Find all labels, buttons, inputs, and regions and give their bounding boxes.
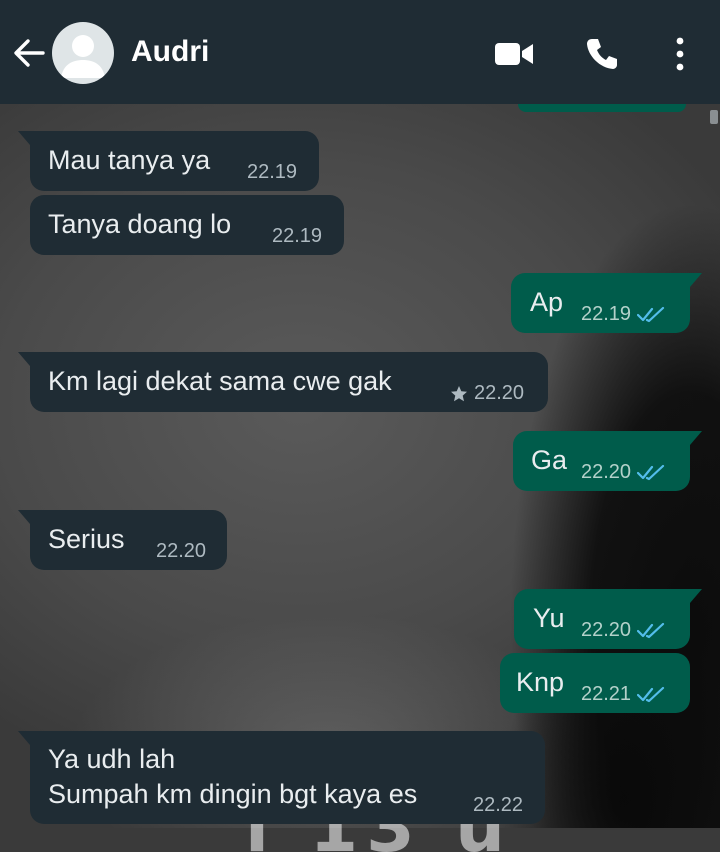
message-time: 22.20: [581, 461, 632, 483]
message-bubble-outgoing[interactable]: Knp 22.21: [500, 653, 690, 713]
message-text: Knp: [516, 667, 565, 697]
message-text: Yu: [533, 603, 565, 633]
message-time: 22.19: [247, 161, 298, 183]
message-time: 22.20: [581, 619, 632, 641]
avatar[interactable]: [52, 22, 114, 84]
star-icon: [451, 385, 467, 401]
message-meta: 22.20: [581, 461, 667, 484]
message-time: 22.19: [581, 303, 632, 325]
avatar-placeholder-icon: [61, 35, 105, 78]
message-bubble-incoming[interactable]: Mau tanya ya 22.19: [18, 131, 319, 191]
video-call-icon[interactable]: [494, 40, 534, 68]
double-check-icon: [637, 464, 665, 480]
message-meta: 22.19: [247, 161, 297, 184]
double-check-icon: [637, 622, 665, 638]
message-bubble-incoming[interactable]: Ya udh lah Sumpah km dingin bgt kaya es …: [18, 731, 545, 824]
message-bubble-outgoing[interactable]: Yu 22.20: [514, 589, 702, 649]
message-meta: 22.20: [581, 619, 667, 642]
message-meta: 22.19: [581, 303, 667, 326]
more-options-icon[interactable]: [670, 36, 690, 72]
message-time: 22.20: [474, 382, 525, 404]
message-bubble-outgoing[interactable]: Ap 22.19: [511, 273, 702, 333]
message-text: Ap: [530, 287, 564, 317]
message-text-line: Sumpah km dingin bgt kaya es: [48, 779, 418, 809]
back-arrow-icon[interactable]: [12, 37, 46, 69]
message-bubble-incoming[interactable]: Km lagi dekat sama cwe gak 22.20: [18, 352, 548, 412]
message-text-line: Ya udh lah: [48, 744, 176, 774]
message-time: 22.21: [581, 683, 632, 705]
voice-call-icon[interactable]: [584, 36, 620, 72]
contact-name[interactable]: Audri: [131, 32, 209, 72]
message-text: Serius: [48, 524, 125, 554]
message-bubble-incoming[interactable]: Tanya doang lo 22.19: [30, 195, 344, 255]
message-text: Km lagi dekat sama cwe gak: [48, 366, 392, 396]
double-check-icon: [637, 306, 665, 322]
double-check-icon: [637, 686, 665, 702]
message-meta: 22.20: [156, 540, 206, 563]
message-meta: 22.21: [581, 683, 667, 706]
scroll-indicator[interactable]: [710, 110, 718, 124]
message-meta: 22.19: [272, 225, 322, 248]
message-bubble-outgoing[interactable]: Ga 22.20: [513, 431, 702, 491]
message-bubble-incoming[interactable]: Serius 22.20: [18, 510, 227, 570]
message-text: Ga: [531, 445, 568, 475]
message-text: Mau tanya ya: [48, 145, 211, 175]
message-text: Tanya doang lo: [48, 209, 232, 239]
message-time: 22.22: [473, 794, 524, 816]
message-time: 22.20: [156, 540, 207, 562]
chat-header: Audri: [0, 0, 720, 104]
previous-outgoing-bubble: [518, 104, 686, 112]
message-time: 22.19: [272, 225, 323, 247]
message-meta: 22.20: [450, 382, 524, 405]
message-meta: 22.22: [473, 794, 523, 817]
